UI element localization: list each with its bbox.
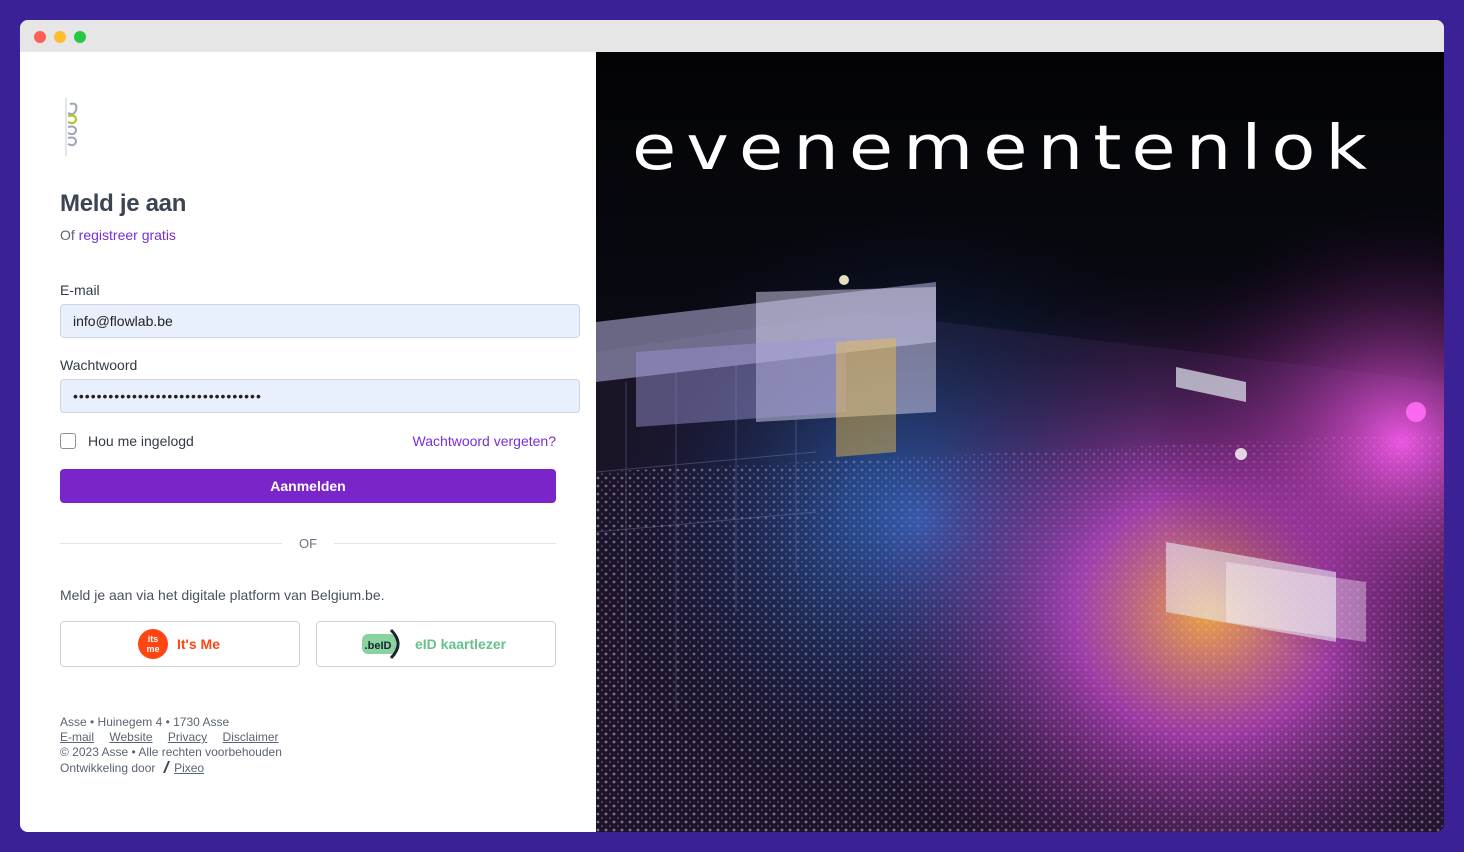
footer-link-pixeo[interactable]: Pixeo bbox=[174, 761, 204, 775]
browser-window: Meld je aan Of registreer gratis E-mail … bbox=[20, 20, 1444, 832]
itsme-label: It's Me bbox=[177, 636, 221, 652]
footer-link-email[interactable]: E-mail bbox=[60, 730, 94, 744]
password-label: Wachtwoord bbox=[60, 357, 138, 373]
eid-icon: .beID bbox=[362, 628, 400, 660]
divider-left bbox=[60, 543, 282, 544]
footer-link-privacy[interactable]: Privacy bbox=[168, 730, 207, 744]
hero-image: evenementenlok bbox=[596, 52, 1444, 832]
divider-right bbox=[334, 543, 556, 544]
footer-credit-prefix: Ontwikkeling door bbox=[60, 761, 156, 775]
register-link[interactable]: registreer gratis bbox=[79, 227, 176, 243]
window-titlebar bbox=[20, 20, 1444, 52]
itsme-logo-text-bottom: me bbox=[146, 644, 159, 654]
email-field[interactable]: info@flowlab.be bbox=[60, 304, 580, 338]
eid-button[interactable]: .beID eID kaartlezer bbox=[316, 621, 556, 667]
itsme-logo-text-top: its bbox=[148, 634, 159, 644]
itsme-button[interactable]: its me It's Me bbox=[60, 621, 300, 667]
footer-credit: Ontwikkeling door Pixeo bbox=[60, 760, 204, 775]
register-prefix: Of bbox=[60, 227, 75, 243]
register-prompt: Of registreer gratis bbox=[60, 227, 176, 243]
hero-title: evenementenlok bbox=[632, 112, 1378, 184]
footer-copyright: © 2023 Asse • Alle rechten voorbehouden bbox=[60, 745, 282, 759]
page-title: Meld je aan bbox=[60, 190, 187, 217]
login-panel: Meld je aan Of registreer gratis E-mail … bbox=[20, 52, 596, 832]
footer-address: Asse • Huinegem 4 • 1730 Asse bbox=[60, 715, 230, 729]
or-separator: OF bbox=[298, 536, 318, 551]
close-window-button[interactable] bbox=[34, 31, 46, 43]
remember-me-checkbox[interactable] bbox=[60, 433, 76, 449]
pixeo-icon bbox=[162, 761, 170, 773]
password-field[interactable]: •••••••••••••••••••••••••••••••• bbox=[60, 379, 580, 413]
itsme-icon: its me bbox=[138, 629, 168, 659]
login-button[interactable]: Aanmelden bbox=[60, 469, 556, 503]
email-label: E-mail bbox=[60, 282, 100, 298]
footer-links: E-mail Website Privacy Disclaimer bbox=[60, 730, 291, 744]
eid-label: eID kaartlezer bbox=[415, 636, 507, 652]
footer-link-website[interactable]: Website bbox=[109, 730, 152, 744]
asse-logo bbox=[65, 98, 78, 156]
maximize-window-button[interactable] bbox=[74, 31, 86, 43]
footer-link-disclaimer[interactable]: Disclaimer bbox=[223, 730, 279, 744]
platform-text: Meld je aan via het digitale platform va… bbox=[60, 587, 385, 603]
forgot-password-link[interactable]: Wachtwoord vergeten? bbox=[413, 433, 556, 449]
remember-me-label[interactable]: Hou me ingelogd bbox=[88, 433, 194, 449]
minimize-window-button[interactable] bbox=[54, 31, 66, 43]
eid-logo-text: .beID bbox=[365, 640, 392, 652]
